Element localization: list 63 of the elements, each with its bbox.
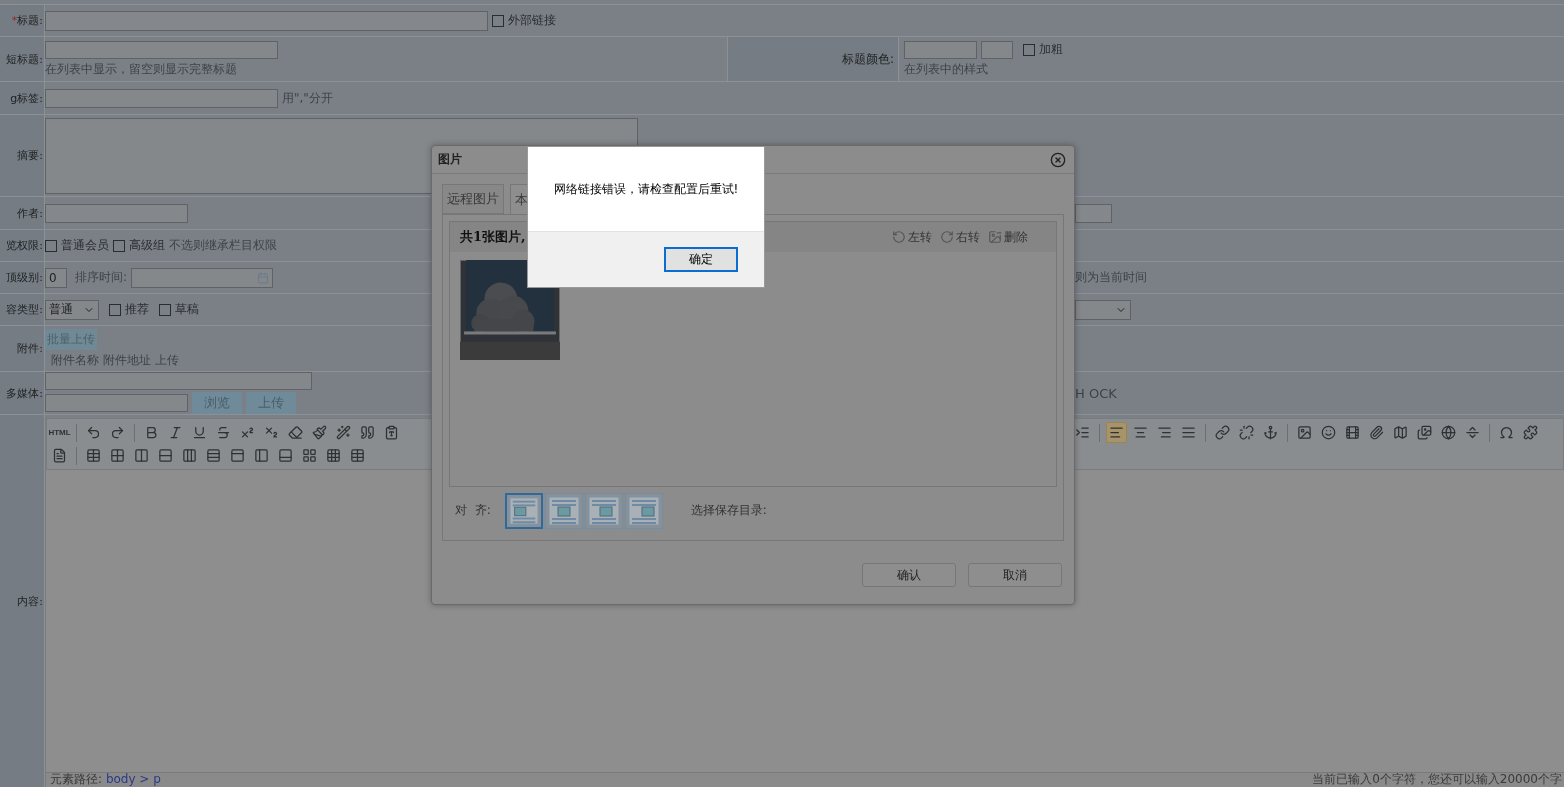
field-label: 排序时间: xyxy=(75,269,128,286)
type-select[interactable]: 普通 xyxy=(45,299,99,320)
field-label: 容类型: xyxy=(0,294,45,325)
field-label: *标题: xyxy=(0,5,45,36)
hint-text: 在列表中显示，留空则显示完整标题 xyxy=(45,60,238,78)
checkbox[interactable] xyxy=(492,14,504,27)
checkbox-label: 高级组 xyxy=(129,237,165,254)
column-header: 附件名称 xyxy=(51,351,99,369)
hint-text: 在列表中的样式 xyxy=(904,60,989,78)
image-count: 共1张图片, xyxy=(460,228,526,246)
media-input[interactable] xyxy=(45,372,312,390)
option-text: H OCK xyxy=(1075,385,1118,401)
field-label: 作者: xyxy=(0,197,45,229)
align-label: 对 齐: xyxy=(455,502,491,520)
confirm-button[interactable]: 确认 xyxy=(862,563,956,587)
select-field[interactable] xyxy=(1075,299,1131,320)
path-link[interactable]: body > p xyxy=(105,773,161,786)
field-label: 览权限: xyxy=(0,230,45,261)
file-input[interactable] xyxy=(45,394,188,412)
field-label: g标签: xyxy=(0,82,45,114)
checkbox-label: 加粗 xyxy=(1039,41,1063,58)
action-button[interactable]: 删除 xyxy=(986,228,1030,246)
checkbox-label: 推荐 xyxy=(125,301,149,318)
save-dir-label: 选择保存目录: xyxy=(690,502,767,520)
field-label: 多媒体: xyxy=(0,372,45,414)
checkbox[interactable] xyxy=(159,303,171,316)
color-input[interactable] xyxy=(904,40,977,59)
tab[interactable]: 远程图片 xyxy=(442,184,504,214)
title-input[interactable] xyxy=(45,10,488,31)
text-input[interactable] xyxy=(1075,203,1112,223)
level-input[interactable]: 0 xyxy=(45,267,67,288)
dialog-title: 图片 xyxy=(438,151,462,168)
field-label: 顶级别: xyxy=(0,262,45,293)
alert-message: 网络链接错误，请检查配置后重试! xyxy=(552,180,740,198)
close-icon[interactable] xyxy=(1050,151,1066,168)
cancel-button[interactable]: 取消 xyxy=(968,563,1062,587)
hint-text: 则为当前时间 xyxy=(1075,269,1148,286)
author-input[interactable] xyxy=(45,203,188,223)
field-label: 内容: xyxy=(0,415,45,787)
checkbox[interactable] xyxy=(45,239,57,252)
field-label: 标题颜色: xyxy=(727,37,899,81)
checkbox-label: 普通会员 xyxy=(61,237,109,254)
checkbox-label: 草稿 xyxy=(175,301,199,318)
action-button[interactable]: 右转 xyxy=(938,228,982,246)
hint-text: 用","分开 xyxy=(282,89,333,107)
color-swatch[interactable] xyxy=(981,40,1013,59)
short-title-input[interactable] xyxy=(45,40,278,59)
checkbox[interactable] xyxy=(1023,43,1035,56)
checkbox[interactable] xyxy=(113,239,125,252)
element-path: 元素路径: body > p xyxy=(50,773,161,787)
field-label: 摘要: xyxy=(0,115,45,196)
column-header: 附件地址 xyxy=(103,351,151,369)
checkbox[interactable] xyxy=(109,303,121,316)
hint-text: 不选则继承栏目权限 xyxy=(169,237,277,254)
field-label: 短标题: xyxy=(0,37,45,81)
ok-button[interactable]: 确定 xyxy=(664,247,738,272)
checkbox-label: 外部链接 xyxy=(508,12,556,29)
tag-input[interactable] xyxy=(45,88,278,108)
date-input[interactable] xyxy=(131,267,274,288)
action-button[interactable]: 左转 xyxy=(890,228,934,246)
html-button[interactable]: HTML xyxy=(49,422,70,443)
character-count: 当前已输入0个字符，您还可以输入20000个字 xyxy=(1312,773,1562,787)
field-label: 附件: xyxy=(0,326,45,371)
